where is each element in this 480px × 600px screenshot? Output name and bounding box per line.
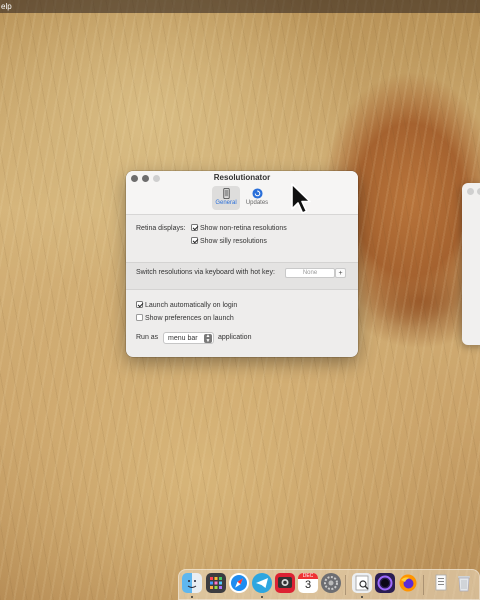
dock-separator <box>423 575 424 595</box>
run-as-value: menu bar <box>168 335 198 342</box>
finder-icon[interactable] <box>182 573 202 593</box>
show-non-retina-checkbox[interactable]: Show non-retina resolutions <box>191 224 287 232</box>
run-as-popup[interactable]: menu bar ▲ ▼ <box>163 332 214 344</box>
checkbox-label: Launch automatically on login <box>145 302 238 309</box>
menu-item-help[interactable]: elp <box>1 2 12 11</box>
divider <box>126 289 358 290</box>
preview-icon[interactable] <box>352 573 372 593</box>
popup-chevrons-icon: ▲ ▼ <box>204 333 212 344</box>
mouse-cursor-icon <box>291 183 311 214</box>
run-as-label: Run as <box>136 334 159 341</box>
firefox-icon[interactable] <box>398 573 418 593</box>
show-prefs-on-launch-checkbox[interactable]: Show preferences on launch <box>136 314 234 322</box>
launchpad-icon[interactable] <box>206 573 226 593</box>
background-window[interactable] <box>462 183 480 345</box>
checkbox-checked[interactable] <box>191 224 198 231</box>
launch-at-login-checkbox[interactable]: Launch automatically on login <box>136 301 237 309</box>
downloads-icon[interactable] <box>431 573 451 593</box>
run-as-suffix: application <box>218 334 252 341</box>
window-toolbar: Resolutionator General Updates <box>126 171 358 215</box>
retina-label: Retina displays: <box>136 225 186 232</box>
tab-general[interactable]: General <box>212 186 240 210</box>
menu-bar: elp <box>0 0 480 13</box>
preferences-window: Resolutionator General Updates Retina di… <box>126 171 358 357</box>
system-preferences-icon[interactable] <box>321 573 341 593</box>
checkbox-unchecked[interactable] <box>136 314 143 321</box>
checkbox-checked[interactable] <box>136 301 143 308</box>
show-silly-checkbox[interactable]: Show silly resolutions <box>191 237 267 245</box>
checkbox-label: Show silly resolutions <box>200 238 267 245</box>
refresh-icon <box>251 188 263 199</box>
checkbox-checked[interactable] <box>191 237 198 244</box>
calendar-day: 3 <box>304 579 312 591</box>
close-button[interactable] <box>467 188 474 195</box>
divider <box>126 262 358 263</box>
trash-icon[interactable] <box>454 573 474 593</box>
add-hotkey-button[interactable]: + <box>335 268 346 278</box>
tab-general-label: General <box>215 200 237 206</box>
safari-icon[interactable] <box>229 573 249 593</box>
hotkey-label: Switch resolutions via keyboard with hot… <box>136 269 275 276</box>
telegram-icon[interactable] <box>252 573 272 593</box>
tab-updates[interactable]: Updates <box>243 186 271 210</box>
window-title: Resolutionator <box>213 173 271 182</box>
photo-booth-icon[interactable] <box>275 573 295 593</box>
hotkey-field[interactable]: None <box>285 268 335 278</box>
checkbox-label: Show preferences on launch <box>145 315 234 322</box>
tab-updates-label: Updates <box>245 200 269 206</box>
running-indicator <box>191 596 193 598</box>
calendar-icon[interactable]: DEC 3 <box>298 573 318 593</box>
running-indicator <box>261 596 263 598</box>
screen-recorder-icon[interactable] <box>375 573 395 593</box>
running-indicator <box>361 596 363 598</box>
phone-icon <box>222 188 230 199</box>
checkbox-label: Show non-retina resolutions <box>200 225 287 232</box>
dock-separator <box>345 575 346 595</box>
dock: DEC 3 <box>178 569 480 600</box>
